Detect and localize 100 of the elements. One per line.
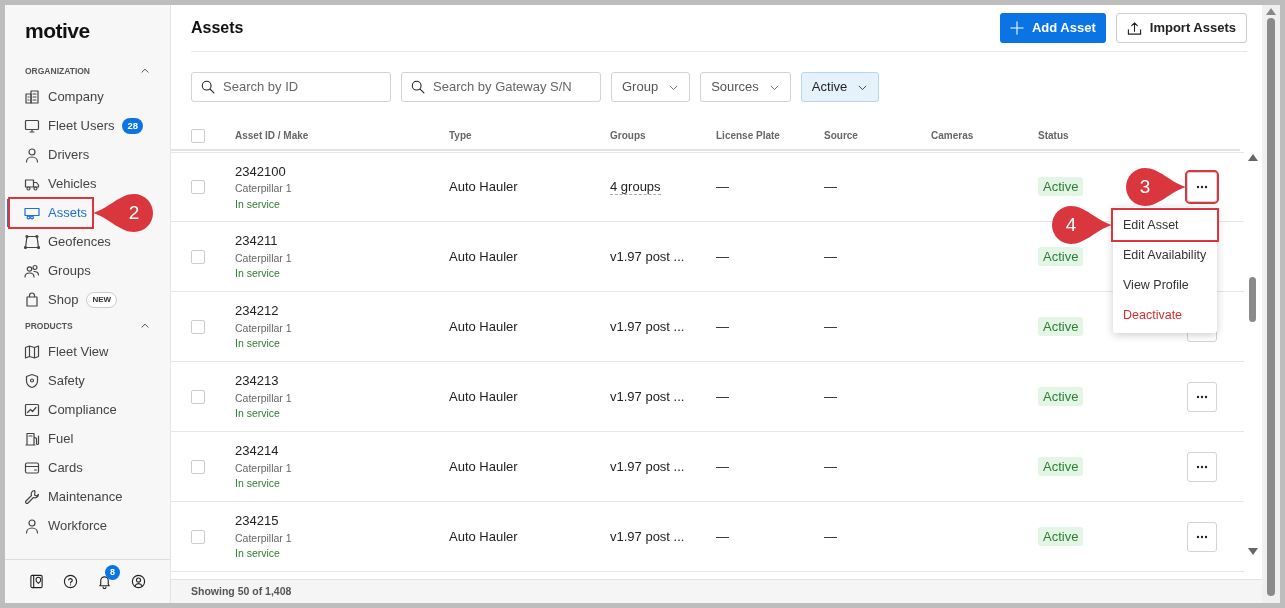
table-cell: Auto Hauler bbox=[449, 179, 518, 195]
asset-make: Caterpillar 1 bbox=[235, 390, 293, 406]
table-cell: — bbox=[716, 179, 729, 195]
sidebar-item[interactable]: Fuel bbox=[10, 425, 79, 453]
table-cell: — bbox=[716, 388, 729, 404]
bell-icon[interactable] bbox=[97, 574, 113, 589]
more-icon bbox=[1196, 464, 1208, 469]
section-heading: ORGANIZATION bbox=[25, 64, 90, 78]
notification-badge: 8 bbox=[105, 565, 121, 580]
chevron-up-icon[interactable] bbox=[140, 66, 150, 76]
row-checkbox[interactable] bbox=[191, 389, 205, 404]
shield-icon bbox=[24, 373, 40, 389]
scrollbar-thumb[interactable] bbox=[1267, 18, 1275, 596]
sidebar-item[interactable]: Groups bbox=[10, 257, 96, 285]
row-checkbox[interactable] bbox=[191, 459, 205, 474]
more-button[interactable] bbox=[1187, 521, 1217, 552]
search-field[interactable]: Search by ID bbox=[191, 72, 391, 102]
table-cell: — bbox=[716, 248, 729, 264]
monitor-icon bbox=[24, 118, 40, 134]
asset-id[interactable]: 234215 bbox=[235, 511, 449, 531]
chevron-up-icon[interactable] bbox=[140, 321, 150, 331]
asset-id[interactable]: 234211 bbox=[235, 231, 449, 251]
step-marker: 4 bbox=[1052, 206, 1112, 244]
table-cell: v1.97 post ... bbox=[610, 528, 685, 544]
menu-item[interactable]: Edit Availability bbox=[1113, 240, 1217, 270]
table-cell: v1.97 post ... bbox=[610, 318, 685, 334]
service-status: In service bbox=[235, 406, 281, 422]
help-icon[interactable] bbox=[62, 574, 78, 589]
asset-id[interactable]: 234213 bbox=[235, 371, 449, 391]
row-checkbox[interactable] bbox=[191, 529, 205, 544]
row-checkbox[interactable] bbox=[191, 319, 205, 334]
bag-icon bbox=[24, 292, 40, 308]
sidebar-item[interactable]: Fleet Users 28 bbox=[10, 112, 149, 140]
table-cell: v1.97 post ... bbox=[610, 458, 685, 474]
search-icon bbox=[411, 80, 425, 94]
status-badge: Active bbox=[1038, 246, 1084, 266]
more-icon bbox=[1196, 185, 1208, 189]
new-badge: NEW bbox=[86, 292, 118, 308]
table-cell: — bbox=[824, 318, 837, 334]
sidebar-item[interactable]: Company bbox=[10, 83, 109, 111]
more-button[interactable] bbox=[1187, 451, 1217, 482]
column-header: License Plate bbox=[716, 129, 781, 143]
table-cell: Auto Hauler bbox=[449, 528, 518, 544]
upload-icon bbox=[1126, 20, 1142, 36]
scroll-up-icon[interactable] bbox=[1248, 154, 1258, 161]
scrollbar-thumb[interactable] bbox=[1249, 277, 1256, 322]
groups-link[interactable]: 4 groups bbox=[610, 179, 661, 196]
sidebar-item[interactable]: Safety bbox=[10, 367, 90, 395]
count-badge: 28 bbox=[122, 117, 144, 135]
sidebar-item[interactable]: Maintenance bbox=[10, 483, 128, 511]
map-icon bbox=[24, 344, 40, 360]
service-status: In service bbox=[235, 266, 281, 282]
user-avatar-icon[interactable] bbox=[131, 574, 147, 589]
asset-id[interactable]: 2342100 bbox=[235, 161, 449, 181]
add-asset-button[interactable]: Add Asset bbox=[999, 13, 1106, 43]
filter-dropdown[interactable]: Active bbox=[800, 72, 880, 102]
filter-dropdown[interactable]: Sources bbox=[700, 72, 791, 102]
status-badge: Active bbox=[1038, 526, 1084, 546]
sidebar-item[interactable]: Cards bbox=[10, 454, 88, 482]
asset-make: Caterpillar 1 bbox=[235, 460, 293, 476]
import-button[interactable]: Import Assets bbox=[1115, 13, 1247, 43]
sidebar-item[interactable]: Compliance bbox=[10, 396, 122, 424]
menu-item[interactable]: Edit Asset bbox=[1113, 210, 1217, 240]
asset-make: Caterpillar 1 bbox=[235, 320, 293, 336]
table-cell: Auto Hauler bbox=[449, 318, 518, 334]
sidebar-item[interactable]: Fleet View bbox=[10, 338, 114, 366]
people-icon bbox=[24, 263, 40, 279]
filter-dropdown[interactable]: Group bbox=[611, 72, 691, 102]
column-header: Source bbox=[824, 129, 859, 143]
column-header: Cameras bbox=[931, 129, 975, 143]
person-icon bbox=[24, 518, 40, 534]
status-badge: Active bbox=[1038, 386, 1084, 406]
menu-item[interactable]: View Profile bbox=[1113, 270, 1217, 300]
table-cell: Auto Hauler bbox=[449, 248, 518, 264]
logo[interactable]: motive bbox=[25, 17, 90, 44]
status-badge: Active bbox=[1038, 456, 1084, 476]
row-checkbox[interactable] bbox=[191, 180, 205, 194]
more-button[interactable] bbox=[1187, 381, 1217, 412]
polygon-icon bbox=[24, 234, 40, 250]
search-field[interactable]: Search by Gateway S/N bbox=[401, 72, 601, 102]
sidebar-item[interactable]: Workforce bbox=[10, 512, 112, 540]
sidebar-item[interactable]: Assets bbox=[10, 199, 92, 227]
results-summary: Showing 50 of 1,408 bbox=[191, 583, 292, 599]
asset-id[interactable]: 234212 bbox=[235, 301, 449, 321]
table-cell: — bbox=[716, 458, 729, 474]
step-marker: 2 bbox=[93, 194, 153, 232]
table-cell: — bbox=[824, 179, 837, 195]
select-all-checkbox[interactable] bbox=[191, 128, 205, 143]
map-pin-icon[interactable] bbox=[28, 574, 44, 589]
sidebar-item[interactable]: Drivers bbox=[10, 141, 95, 169]
menu-item[interactable]: Deactivate bbox=[1113, 300, 1217, 330]
more-icon bbox=[1196, 534, 1208, 539]
table-cell: — bbox=[824, 458, 837, 474]
column-header: Type bbox=[449, 129, 473, 143]
more-button[interactable] bbox=[1187, 172, 1217, 202]
scroll-up-icon[interactable] bbox=[1266, 8, 1276, 15]
row-checkbox[interactable] bbox=[191, 249, 205, 264]
scroll-down-icon[interactable] bbox=[1248, 548, 1258, 555]
asset-id[interactable]: 234214 bbox=[235, 441, 449, 461]
sidebar-item[interactable]: Shop NEW bbox=[10, 286, 123, 314]
